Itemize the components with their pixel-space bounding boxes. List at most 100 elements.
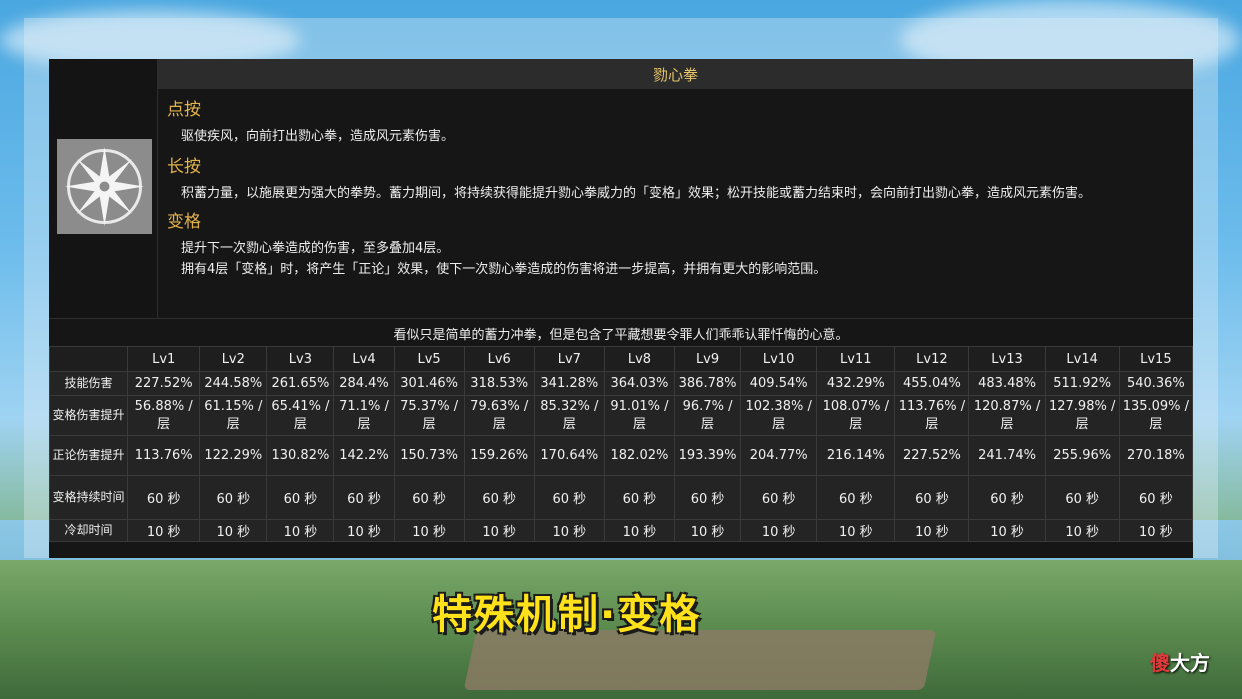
table-row: 正论伤害提升 113.76% 122.29% 130.82% 142.2% 150.73%… xyxy=(48,435,1194,476)
table-cell: 142.2% xyxy=(333,435,395,476)
level-header: Lv4 xyxy=(333,346,395,372)
table-cell: 113.76% xyxy=(127,435,201,476)
table-cell: 244.58% xyxy=(199,371,268,396)
section-text: 提升下一次勠心拳造成的伤害，至多叠加4层。 xyxy=(181,241,450,256)
row-label: 冷却时间 xyxy=(48,519,129,542)
table-cell: 60 秒 xyxy=(533,475,605,520)
table-row: 冷却时间 10 秒 10 秒 10 秒 10 秒 10 秒 10 秒 10 秒 10 秒 10 秒… xyxy=(48,519,1194,542)
table-cell: 135.09% / 层 xyxy=(1118,395,1194,436)
watermark: 傻大方 xyxy=(1150,647,1210,676)
icon-column xyxy=(49,59,158,318)
table-cell: 150.73% xyxy=(393,435,465,476)
section-text: 拥有4层「变格」时，将产生「正论」效果，使下一次勠心拳造成的伤害将进一步提高，并… xyxy=(181,262,827,277)
level-header: Lv10 xyxy=(740,346,818,372)
level-header: Lv1 xyxy=(127,346,201,372)
table-row: 变格持续时间 60 秒 60 秒 60 秒 60 秒 60 秒 60 秒 60 秒 60 秒 60… xyxy=(48,475,1194,520)
table-cell: 216.14% xyxy=(816,435,896,476)
table-cell: 10 秒 xyxy=(1118,519,1194,542)
table-cell: 60 秒 xyxy=(968,475,1046,520)
table-row: 技能伤害 227.52% 244.58% 261.65% 284.4% 301.46% 31… xyxy=(48,371,1194,396)
table-cell: 10 秒 xyxy=(968,519,1046,542)
table-cell: 75.37% / 层 xyxy=(393,395,465,436)
level-header: Lv6 xyxy=(463,346,535,372)
level-table: Lv1 Lv2 Lv3 Lv4 Lv5 Lv6 Lv7 Lv8 Lv9 Lv10 Lv11 Lv12 L… xyxy=(48,346,1194,542)
section-heading-hold: 长按 xyxy=(167,157,201,177)
level-header: Lv15 xyxy=(1118,346,1194,372)
table-cell: 108.07% / 层 xyxy=(816,395,896,436)
level-header: Lv8 xyxy=(603,346,676,372)
table-cell: 60 秒 xyxy=(603,475,676,520)
table-cell: 127.98% / 层 xyxy=(1044,395,1120,436)
table-cell: 193.39% xyxy=(673,435,742,476)
table-cell: 60 秒 xyxy=(673,475,742,520)
table-cell: 301.46% xyxy=(393,371,465,396)
table-cell: 483.48% xyxy=(968,371,1046,396)
table-cell: 10 秒 xyxy=(1044,519,1120,542)
flavor-text: 看似只是简单的蓄力冲拳，但是包含了平藏想要令罪人们乖乖认罪忏悔的心意。 xyxy=(49,318,1193,347)
level-header: Lv2 xyxy=(199,346,268,372)
table-cell: 10 秒 xyxy=(463,519,535,542)
table-cell: 386.78% xyxy=(673,371,742,396)
table-cell: 170.64% xyxy=(533,435,605,476)
table-cell: 10 秒 xyxy=(333,519,395,542)
table-cell: 60 秒 xyxy=(393,475,465,520)
table-cell: 10 秒 xyxy=(816,519,896,542)
table-cell: 364.03% xyxy=(603,371,676,396)
table-cell: 71.1% / 层 xyxy=(333,395,395,436)
table-cell: 10 秒 xyxy=(533,519,605,542)
table-cell: 10 秒 xyxy=(673,519,742,542)
table-cell: 10 秒 xyxy=(393,519,465,542)
video-caption: 特殊机制·变格 xyxy=(432,592,702,638)
table-cell: 60 秒 xyxy=(333,475,395,520)
table-cell: 261.65% xyxy=(266,371,335,396)
header-corner xyxy=(48,346,129,372)
table-cell: 60 秒 xyxy=(463,475,535,520)
table-cell: 227.52% xyxy=(127,371,201,396)
level-header: Lv12 xyxy=(894,346,970,372)
table-cell: 65.41% / 层 xyxy=(266,395,335,436)
level-header: Lv3 xyxy=(266,346,335,372)
table-cell: 227.52% xyxy=(894,435,970,476)
section-heading-biange: 变格 xyxy=(167,212,201,232)
watermark-first: 傻 xyxy=(1150,651,1170,675)
table-cell: 241.74% xyxy=(968,435,1046,476)
level-header: Lv11 xyxy=(816,346,896,372)
table-cell: 540.36% xyxy=(1118,371,1194,396)
table-cell: 60 秒 xyxy=(1044,475,1120,520)
table-cell: 318.53% xyxy=(463,371,535,396)
table-cell: 60 秒 xyxy=(1118,475,1194,520)
table-cell: 159.26% xyxy=(463,435,535,476)
table-cell: 85.32% / 层 xyxy=(533,395,605,436)
table-cell: 10 秒 xyxy=(199,519,268,542)
skill-description: 点按 驱使疾风，向前打出勠心拳，造成风元素伤害。 长按 积蓄力量，以施展更为强大… xyxy=(167,95,1182,281)
table-cell: 182.02% xyxy=(603,435,676,476)
table-cell: 60 秒 xyxy=(816,475,896,520)
table-cell: 10 秒 xyxy=(894,519,970,542)
table-cell: 60 秒 xyxy=(266,475,335,520)
row-label: 变格伤害提升 xyxy=(48,395,129,436)
skill-panel: 勠心拳 点按 驱使疾风，向前打出勠心拳，造成风元素伤害。 长按 积蓄力量，以施展… xyxy=(48,59,1194,558)
row-label: 正论伤害提升 xyxy=(48,435,129,476)
level-header: Lv9 xyxy=(673,346,742,372)
table-cell: 122.29% xyxy=(199,435,268,476)
level-header: Lv5 xyxy=(393,346,465,372)
level-header-row: Lv1 Lv2 Lv3 Lv4 Lv5 Lv6 Lv7 Lv8 Lv9 Lv10 Lv11 Lv12 L… xyxy=(48,346,1194,372)
table-cell: 204.77% xyxy=(740,435,818,476)
table-cell: 10 秒 xyxy=(127,519,201,542)
table-cell: 432.29% xyxy=(816,371,896,396)
table-cell: 113.76% / 层 xyxy=(894,395,970,436)
table-cell: 60 秒 xyxy=(740,475,818,520)
section-text: 驱使疾风，向前打出勠心拳，造成风元素伤害。 xyxy=(181,129,455,144)
table-cell: 60 秒 xyxy=(894,475,970,520)
table-cell: 56.88% / 层 xyxy=(127,395,201,436)
row-label: 变格持续时间 xyxy=(48,475,129,520)
table-cell: 255.96% xyxy=(1044,435,1120,476)
table-cell: 91.01% / 层 xyxy=(603,395,676,436)
table-cell: 79.63% / 层 xyxy=(463,395,535,436)
level-header: Lv14 xyxy=(1044,346,1120,372)
table-cell: 10 秒 xyxy=(603,519,676,542)
wind-star-icon xyxy=(57,139,152,234)
table-cell: 409.54% xyxy=(740,371,818,396)
table-cell: 130.82% xyxy=(266,435,335,476)
table-row: 变格伤害提升 56.88% / 层 61.15% / 层 65.41% / 层 71.1… xyxy=(48,395,1194,436)
